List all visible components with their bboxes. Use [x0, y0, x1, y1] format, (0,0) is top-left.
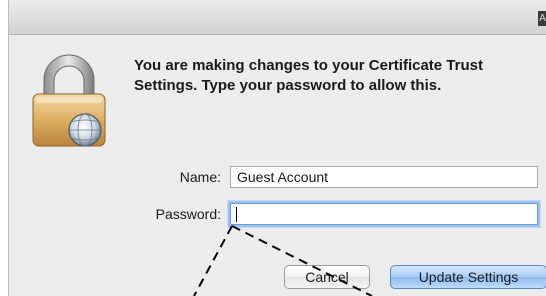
dialog-message: You are making changes to your Certifica… — [134, 57, 483, 94]
padlock-icon — [32, 54, 106, 147]
password-dialog: A You are making changes to your Certifi… — [8, 0, 546, 296]
cancel-button[interactable]: Cancel — [284, 265, 370, 289]
password-field[interactable] — [230, 203, 538, 225]
name-field[interactable]: Guest Account — [230, 166, 538, 188]
app-icon: A — [538, 11, 546, 26]
name-label: Name: — [179, 169, 221, 185]
title-bar: A — [9, 0, 546, 35]
password-label: Password: — [155, 206, 221, 222]
update-settings-button[interactable]: Update Settings — [390, 265, 546, 289]
text-caret — [236, 207, 237, 222]
